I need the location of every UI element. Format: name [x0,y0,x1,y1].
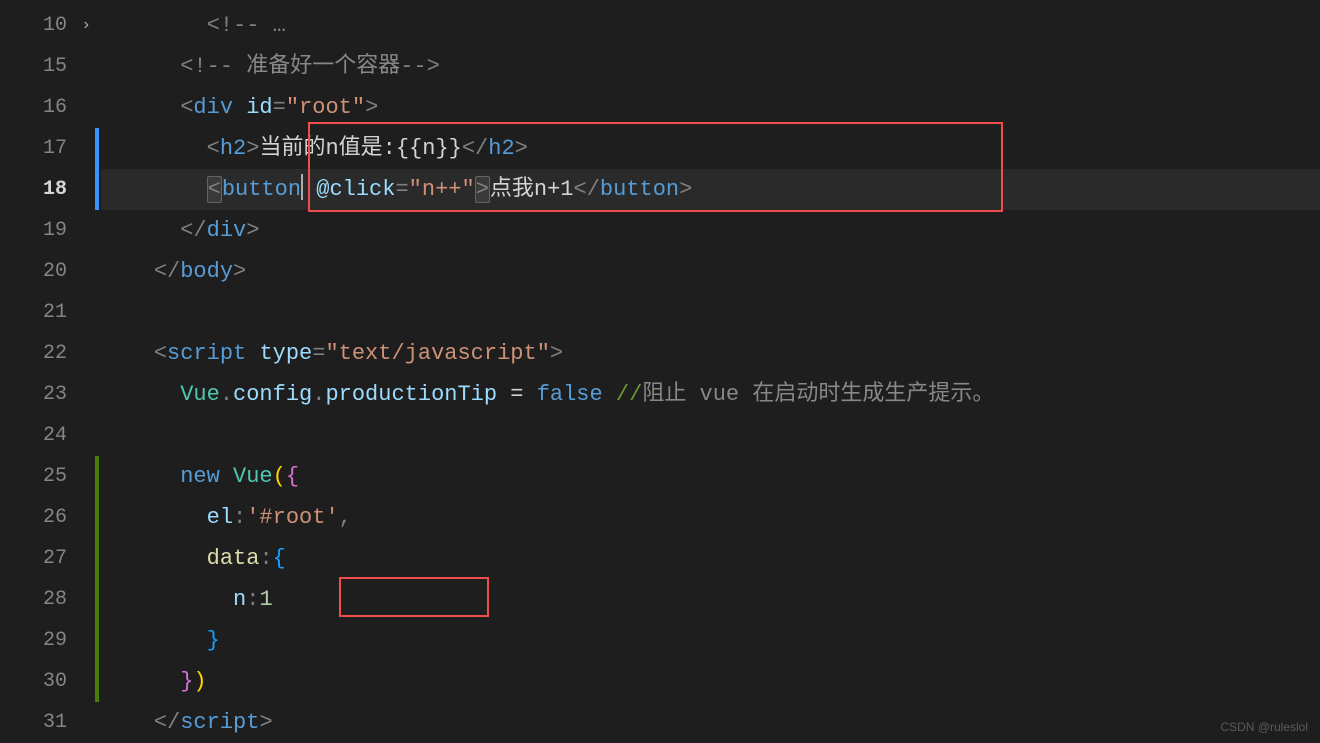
code-line[interactable]: el:'#root', [101,497,1320,538]
code-line[interactable]: }) [101,661,1320,702]
line-number[interactable]: 29 [0,620,95,661]
line-number[interactable]: 24 [0,415,95,456]
change-marker-modified [95,169,99,210]
line-number[interactable]: 25 [0,456,95,497]
line-number[interactable]: 23 [0,374,95,415]
change-marker-added [95,538,99,579]
code-line[interactable]: <script type="text/javascript"> [101,333,1320,374]
change-marker-modified [95,128,99,169]
line-number[interactable]: 26 [0,497,95,538]
line-number[interactable]: 10› [0,5,95,46]
line-number[interactable]: 21 [0,292,95,333]
line-number-gutter[interactable]: 10› 15 16 17 18 19 20 21 22 23 24 25 26 … [0,0,95,740]
code-line-current[interactable]: <button @click="n++">点我n+1</button> [101,169,1320,210]
code-editor[interactable]: 10› 15 16 17 18 19 20 21 22 23 24 25 26 … [0,0,1320,740]
code-line[interactable]: n:1 [101,579,1320,620]
code-line[interactable]: <div id="root"> [101,87,1320,128]
code-line[interactable]: </script> [101,702,1320,743]
code-line[interactable]: new Vue({ [101,456,1320,497]
code-line[interactable]: } [101,620,1320,661]
code-line[interactable]: </div> [101,210,1320,251]
line-number[interactable]: 22 [0,333,95,374]
line-number[interactable]: 19 [0,210,95,251]
text-cursor-icon [301,174,303,200]
code-line[interactable]: Vue.config.productionTip = false //阻止 vu… [101,374,1320,415]
line-number[interactable]: 28 [0,579,95,620]
line-number[interactable]: 27 [0,538,95,579]
line-number-active[interactable]: 18 [0,169,95,210]
change-marker-added [95,620,99,661]
code-line[interactable]: <!-- 准备好一个容器--> [101,46,1320,87]
watermark-text: CSDN @ruleslol [1220,720,1308,734]
code-line[interactable] [101,415,1320,456]
line-number[interactable]: 30 [0,661,95,702]
change-marker-added [95,456,99,497]
code-line[interactable]: </body> [101,251,1320,292]
code-line[interactable]: <!-- … [101,5,1320,46]
code-line[interactable]: data:{ [101,538,1320,579]
fold-icon[interactable]: › [81,5,91,46]
change-marker-added [95,497,99,538]
change-marker-added [95,579,99,620]
change-marker-added [95,661,99,702]
code-line[interactable] [101,292,1320,333]
line-number[interactable]: 31 [0,702,95,743]
line-number[interactable]: 17 [0,128,95,169]
line-number[interactable]: 15 [0,46,95,87]
line-number[interactable]: 20 [0,251,95,292]
code-content[interactable]: <!-- … <!-- 准备好一个容器--> <div id="root"> <… [101,0,1320,740]
line-number[interactable]: 16 [0,87,95,128]
code-line[interactable]: <h2>当前的n值是:{{n}}</h2> [101,128,1320,169]
